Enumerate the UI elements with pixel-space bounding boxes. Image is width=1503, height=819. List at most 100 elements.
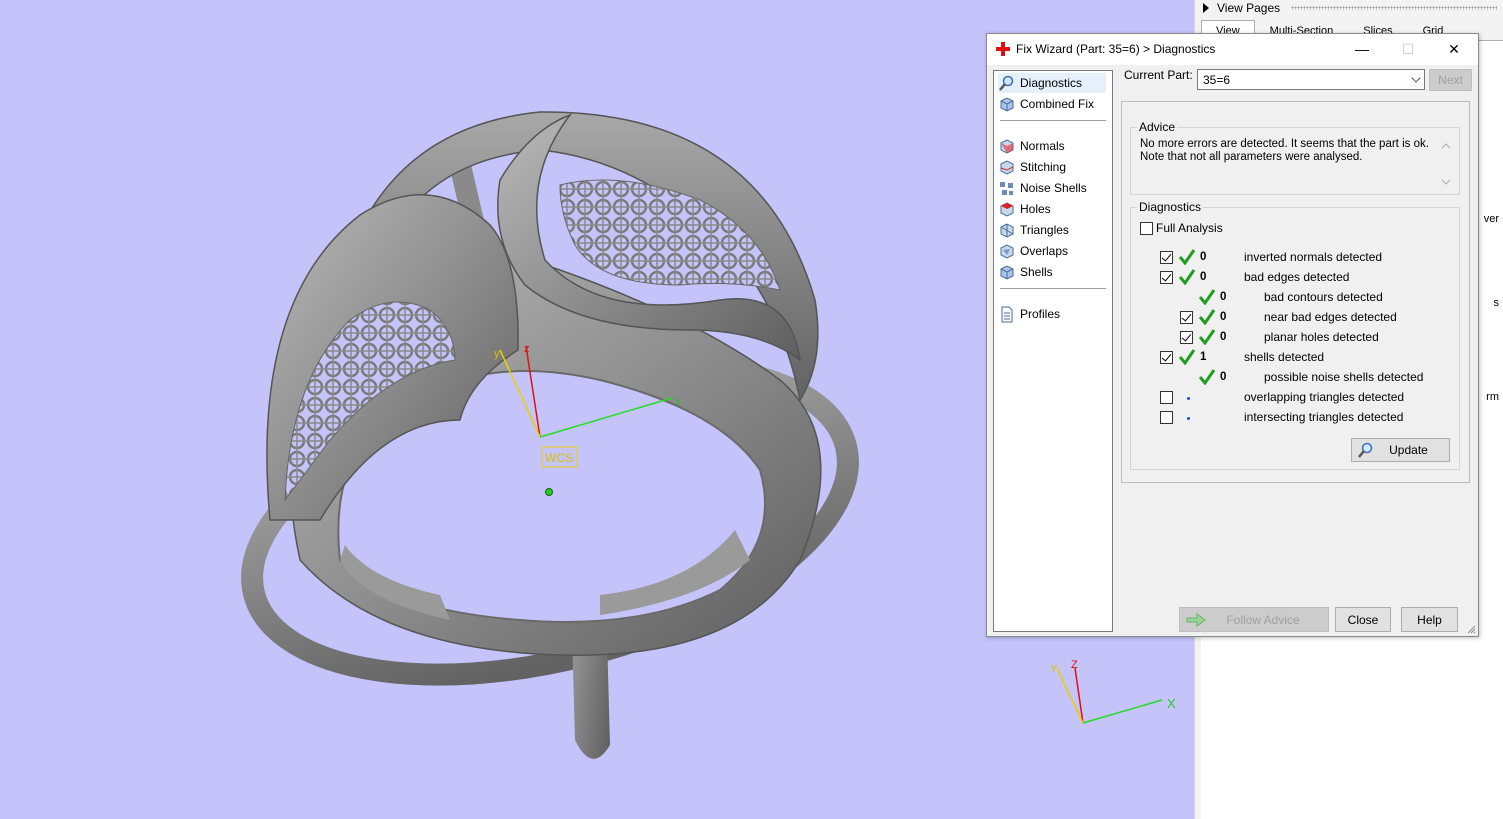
diag-row-checkbox[interactable] xyxy=(1180,311,1193,324)
nav-separator xyxy=(1000,120,1106,121)
wcs-z-label: z xyxy=(524,343,530,355)
nav-item-label: Holes xyxy=(1020,202,1051,216)
nav-item-diagnostics[interactable]: Diagnostics xyxy=(998,73,1106,93)
diag-label: possible noise shells detected xyxy=(1264,370,1424,384)
resize-grip-icon[interactable] xyxy=(1466,624,1476,634)
nav-item-noise-shells[interactable]: Noise Shells xyxy=(998,178,1087,198)
fix-wizard-dialog: Fix Wizard (Part: 35=6) > Diagnostics — … xyxy=(986,33,1479,637)
diag-label: planar holes detected xyxy=(1264,330,1379,344)
green-checkmark-icon xyxy=(1179,269,1195,285)
maximize-button[interactable]: ☐ xyxy=(1385,34,1431,64)
close-window-button[interactable]: ✕ xyxy=(1431,34,1477,64)
diag-row-checkbox[interactable] xyxy=(1160,391,1173,404)
diag-row-checkbox[interactable] xyxy=(1160,411,1173,424)
pending-dot-icon xyxy=(1187,397,1190,400)
green-checkmark-icon xyxy=(1179,349,1195,365)
green-checkmark-icon xyxy=(1199,329,1215,345)
diag-label: bad contours detected xyxy=(1264,290,1383,304)
orient-x-axis xyxy=(1082,699,1163,724)
green-checkmark-icon xyxy=(1179,249,1195,265)
nav-item-overlaps[interactable]: Overlaps xyxy=(998,241,1068,261)
update-button[interactable]: Update xyxy=(1351,438,1450,462)
nav-item-holes[interactable]: Holes xyxy=(998,199,1051,219)
update-label: Update xyxy=(1389,443,1428,457)
follow-advice-button[interactable]: Follow Advice xyxy=(1179,607,1329,632)
nav-item-label: Noise Shells xyxy=(1020,181,1087,195)
follow-advice-label: Follow Advice xyxy=(1226,612,1300,627)
nav-item-label: Triangles xyxy=(1020,223,1069,237)
pending-dot-icon xyxy=(1187,417,1190,420)
diag-label: inverted normals detected xyxy=(1244,250,1383,264)
diag-count: 0 xyxy=(1220,311,1227,323)
nav-item-label: Combined Fix xyxy=(1020,97,1095,111)
diag-label: shells detected xyxy=(1244,350,1325,364)
nav-item-triangles[interactable]: Triangles xyxy=(998,220,1069,240)
full-analysis-checkbox[interactable] xyxy=(1140,222,1153,235)
diagnostics-group-title: Diagnostics xyxy=(1137,200,1204,214)
minimize-button[interactable]: — xyxy=(1339,34,1385,64)
wcs-x-label: x xyxy=(675,396,681,408)
obscured-label-fragment: rm xyxy=(1486,391,1499,403)
nav-item-label: Overlaps xyxy=(1020,244,1069,258)
nav-separator xyxy=(1000,288,1106,289)
wizard-nav: Diagnostics Combined Fix Normals Stitchi… xyxy=(993,70,1113,632)
orient-y-label: Y xyxy=(1050,663,1058,675)
advice-group-title: Advice xyxy=(1137,120,1178,134)
wcs-y-label: y xyxy=(494,348,500,360)
full-analysis-label: Full Analysis xyxy=(1156,221,1223,235)
diag-label: bad edges detected xyxy=(1244,270,1350,284)
nav-item-shells[interactable]: Shells xyxy=(998,262,1053,282)
panel-grip xyxy=(1291,6,1497,10)
next-button[interactable]: Next xyxy=(1429,69,1472,91)
nav-item-label: Diagnostics xyxy=(1020,76,1083,90)
combined-fix-icon xyxy=(1000,96,1014,112)
magnifier-icon xyxy=(1358,442,1373,458)
diag-label: near bad edges detected xyxy=(1264,310,1397,324)
stitching-cube-icon xyxy=(1000,159,1014,175)
diag-row-checkbox[interactable] xyxy=(1160,251,1173,264)
overlaps-cube-icon xyxy=(1000,243,1014,259)
orient-z-label: Z xyxy=(1071,659,1078,671)
obscured-label-fragment: s xyxy=(1493,297,1500,309)
nav-item-normals[interactable]: Normals xyxy=(998,136,1065,156)
current-part-select[interactable]: 35=6 xyxy=(1197,69,1425,90)
close-button[interactable]: Close xyxy=(1335,607,1391,632)
magnifier-icon xyxy=(999,75,1014,91)
advice-text: No more errors are detected. It seems th… xyxy=(1140,138,1429,163)
help-button[interactable]: Help xyxy=(1401,607,1458,632)
nav-item-stitching[interactable]: Stitching xyxy=(998,157,1066,177)
advice-scrollbar[interactable] xyxy=(1440,140,1452,188)
normals-cube-icon xyxy=(1000,138,1014,154)
green-checkmark-icon xyxy=(1199,289,1215,305)
green-checkmark-icon xyxy=(1199,309,1215,325)
noise-shells-icon xyxy=(1000,181,1013,195)
diag-count: 0 xyxy=(1220,331,1227,343)
wcs-label: WCS xyxy=(545,451,573,465)
orient-x-label: X xyxy=(1167,696,1176,711)
pivot-point xyxy=(545,488,553,496)
current-part-label: Current Part: xyxy=(1124,68,1193,82)
expand-triangle-icon[interactable] xyxy=(1203,3,1209,13)
dialog-titlebar[interactable]: Fix Wizard (Part: 35=6) > Diagnostics — … xyxy=(987,34,1478,65)
view-pages-header[interactable]: View Pages xyxy=(1203,0,1280,16)
nav-item-profiles[interactable]: Profiles xyxy=(998,304,1060,324)
diag-row-checkbox[interactable] xyxy=(1160,351,1173,364)
diag-row-checkbox[interactable] xyxy=(1160,271,1173,284)
nav-item-label: Stitching xyxy=(1020,160,1067,174)
holes-cube-icon xyxy=(1000,201,1014,217)
view-pages-label: View Pages xyxy=(1217,1,1281,15)
diag-row-checkbox[interactable] xyxy=(1180,331,1193,344)
green-checkmark-icon xyxy=(1199,369,1215,385)
nav-item-label: Profiles xyxy=(1020,307,1061,321)
obscured-label-fragment: ver xyxy=(1483,213,1499,225)
arrow-right-icon xyxy=(1186,613,1206,627)
diag-count: 1 xyxy=(1200,351,1207,363)
diag-count: 0 xyxy=(1200,251,1207,263)
diag-count: 0 xyxy=(1220,291,1227,303)
nav-item-label: Normals xyxy=(1020,139,1065,153)
diag-count: 0 xyxy=(1220,371,1227,383)
current-part-value: 35=6 xyxy=(1203,73,1231,87)
diag-label: overlapping triangles detected xyxy=(1244,390,1405,404)
nav-item-label: Shells xyxy=(1020,265,1053,279)
nav-item-combined-fix[interactable]: Combined Fix xyxy=(998,94,1094,114)
